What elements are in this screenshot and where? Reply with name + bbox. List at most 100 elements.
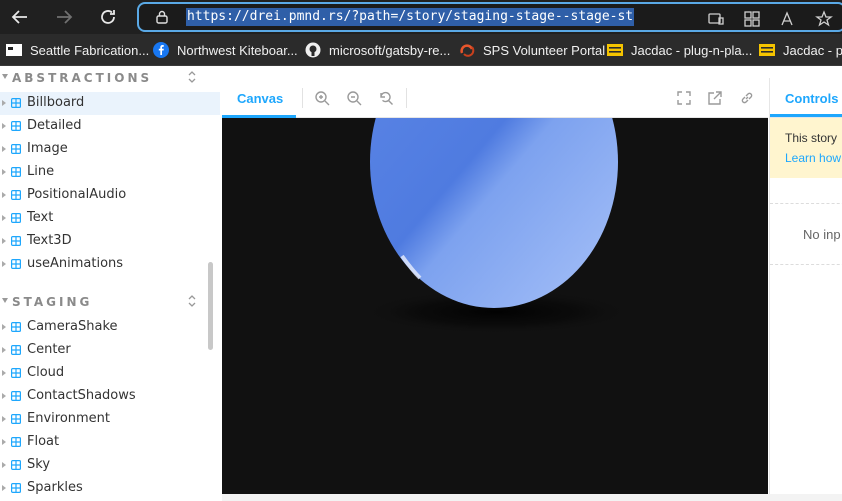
fullscreen-icon[interactable] (676, 90, 692, 106)
caret-right-icon (2, 123, 6, 129)
panel-footer (222, 494, 842, 501)
sidebar-item-text[interactable]: Text (0, 207, 220, 230)
sidebar-item-image[interactable]: Image (0, 138, 220, 161)
sidebar-item-contactshadows[interactable]: ContactShadows (0, 385, 220, 408)
component-icon (11, 414, 21, 424)
sidebar-item-label: Text (27, 210, 54, 225)
no-inputs-text: No inp (803, 227, 841, 242)
zoom-out-icon[interactable] (346, 90, 362, 106)
controls-notice: This story Learn how (770, 118, 842, 178)
sidebar-item-float[interactable]: Float (0, 431, 220, 454)
tab-canvas[interactable]: Canvas (222, 78, 296, 118)
caret-right-icon (2, 393, 6, 399)
tab-canvas-label: Canvas (237, 91, 284, 106)
bookmark-label: Northwest Kiteboar... (177, 42, 298, 58)
jacdac-icon (607, 44, 623, 56)
sidebar-item-label: PositionalAudio (27, 187, 127, 202)
toolbar-divider (302, 88, 303, 108)
notice-text: This story (785, 131, 838, 145)
bookmark-label: Seattle Fabrication... (30, 42, 150, 58)
sidebar-item-useanimations[interactable]: useAnimations (0, 253, 220, 276)
bookmark-item[interactable]: SPS Volunteer Portal (459, 40, 605, 60)
sidebar-item-cloud[interactable]: Cloud (0, 362, 220, 385)
caret-right-icon (2, 370, 6, 376)
extensions-icon[interactable] (743, 10, 761, 28)
back-button[interactable] (6, 4, 34, 30)
caret-down-icon (2, 74, 8, 79)
caret-right-icon (2, 169, 6, 175)
bookmark-item[interactable]: microsoft/gatsby-re... (305, 40, 450, 60)
tab-controls[interactable]: Controls (770, 78, 842, 118)
copy-link-icon[interactable] (739, 90, 755, 106)
sidebar-item-detailed[interactable]: Detailed (0, 115, 220, 138)
sidebar-item-camerashake[interactable]: CameraShake (0, 316, 220, 339)
section-header-staging[interactable]: STAGING (0, 291, 210, 313)
learn-how-link[interactable]: Learn how (785, 151, 841, 165)
story-sidebar: ABSTRACTIONS Billboard Detailed Image Line P… (0, 66, 220, 501)
expand-collapse-icon[interactable] (186, 70, 198, 84)
refresh-button[interactable] (94, 4, 122, 30)
app-available-icon[interactable] (707, 10, 725, 28)
bookmark-item[interactable]: Jacdac - plug-n-pla... (607, 40, 752, 60)
caret-right-icon (2, 485, 6, 491)
sidebar-item-positionalaudio[interactable]: PositionalAudio (0, 184, 220, 207)
canvas-stage[interactable] (222, 118, 768, 494)
sidebar-item-sky[interactable]: Sky (0, 454, 220, 477)
zoom-in-icon[interactable] (314, 90, 330, 106)
component-icon (11, 368, 21, 378)
sidebar-item-text3d[interactable]: Text3D (0, 230, 220, 253)
sidebar-item-label: Billboard (27, 95, 85, 110)
sidebar-item-billboard[interactable]: Billboard (0, 92, 220, 115)
component-icon (11, 391, 21, 401)
addons-panel: Controls This story Learn how No inp (769, 78, 842, 494)
sphere-mesh (370, 118, 618, 308)
sidebar-item-label: Environment (27, 411, 111, 426)
favorite-star-icon[interactable] (815, 10, 833, 28)
caret-right-icon (2, 238, 6, 244)
bookmark-item[interactable]: Jacdac - plu (759, 40, 842, 60)
sidebar-item-label: ContactShadows (27, 388, 136, 403)
sidebar-item-label: Cloud (27, 365, 65, 380)
caret-right-icon (2, 462, 6, 468)
caret-right-icon (2, 261, 6, 267)
sidebar-item-label: Detailed (27, 118, 82, 133)
component-icon (11, 437, 21, 447)
component-icon (11, 460, 21, 470)
caret-down-icon (2, 298, 8, 303)
sidebar-item-label: Line (27, 164, 55, 179)
sidebar-scrollbar[interactable] (208, 262, 213, 350)
component-icon (11, 144, 21, 154)
sidebar-item-sparkles[interactable]: Sparkles (0, 477, 220, 500)
forward-button[interactable] (50, 4, 78, 30)
sidebar-item-label: Float (27, 434, 60, 449)
section-title: ABSTRACTIONS (12, 71, 153, 85)
caret-right-icon (2, 192, 6, 198)
toolbar-divider (406, 88, 407, 108)
open-new-tab-icon[interactable] (707, 90, 723, 106)
bookmark-item[interactable]: Northwest Kiteboar... (153, 40, 298, 60)
browser-toolbar: https://drei.pmnd.rs/?path=/story/stagin… (0, 0, 842, 34)
preview-toolbar: Canvas (222, 78, 768, 118)
bookmark-item[interactable]: Seattle Fabrication... (6, 40, 149, 60)
expand-collapse-icon[interactable] (186, 294, 198, 308)
section-title: STAGING (12, 295, 93, 309)
arrow-right-icon (57, 10, 73, 24)
sidebar-item-center[interactable]: Center (0, 339, 220, 362)
read-aloud-icon[interactable] (779, 10, 797, 28)
sidebar-item-label: Sparkles (27, 480, 83, 495)
jacdac-icon (759, 44, 775, 56)
preview-panel: Canvas (222, 78, 768, 494)
section-header-abstractions[interactable]: ABSTRACTIONS (0, 67, 210, 89)
bookmark-label: Jacdac - plug-n-pla... (631, 42, 753, 58)
component-icon (11, 483, 21, 493)
component-icon (11, 121, 21, 131)
component-icon (11, 236, 21, 246)
3d-scene[interactable] (222, 118, 768, 494)
address-bar[interactable]: https://drei.pmnd.rs/?path=/story/stagin… (137, 2, 842, 32)
sidebar-item-label: Text3D (27, 233, 72, 248)
sidebar-item-environment[interactable]: Environment (0, 408, 220, 431)
sidebar-item-line[interactable]: Line (0, 161, 220, 184)
zoom-reset-icon[interactable] (378, 90, 394, 106)
caret-right-icon (2, 416, 6, 422)
url-text[interactable]: https://drei.pmnd.rs/?path=/story/stagin… (186, 8, 635, 26)
